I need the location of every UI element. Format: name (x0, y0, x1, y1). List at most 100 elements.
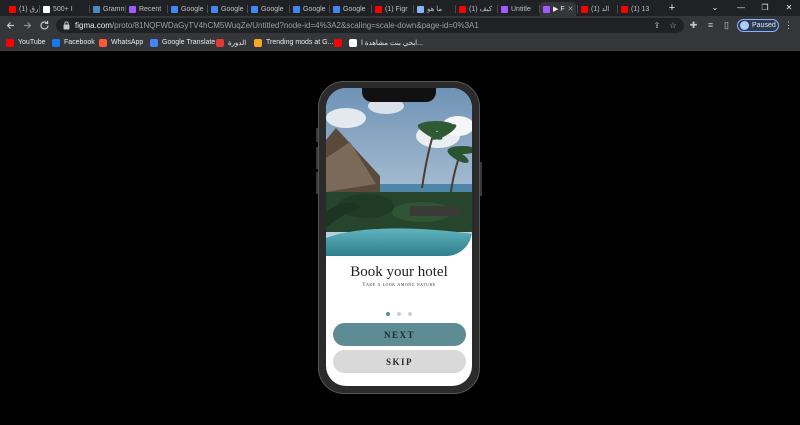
tab-separator (289, 5, 290, 13)
profile-status-label: Paused (752, 22, 776, 29)
browser-tab[interactable]: Google (168, 2, 206, 16)
gear-icon (216, 38, 224, 47)
forward-arrow-icon (24, 22, 32, 29)
browser-tab[interactable]: (1) Figr (372, 2, 412, 16)
profile-button[interactable]: Paused (737, 19, 779, 32)
browser-tab[interactable]: Untitle (498, 2, 538, 16)
bookmark-label: YouTube (18, 39, 46, 46)
tab-label: (1) الد (591, 6, 610, 13)
close-tab-icon[interactable]: ✕ (568, 5, 574, 13)
browser-tab[interactable]: 500+ I (40, 2, 88, 16)
lock-icon[interactable] (63, 21, 70, 30)
tab-label: Untitle (511, 5, 531, 13)
google-translate-icon (171, 5, 178, 13)
bookmark-star-icon[interactable]: ☆ (668, 21, 678, 31)
bookmark-item[interactable]: Google Translate (150, 37, 215, 48)
close-window-button[interactable]: ✕ (778, 1, 800, 14)
youtube-icon (6, 38, 14, 47)
browser-tab[interactable]: Google (248, 2, 288, 16)
bookmark-item[interactable]: ابحي بنت مشاهدة ا... (349, 37, 423, 48)
browser-tab[interactable]: (1) 13 (618, 2, 656, 16)
tab-separator (247, 5, 248, 13)
tab-search-button[interactable]: ⌄ (704, 1, 726, 14)
next-button[interactable]: NEXT (333, 323, 466, 346)
tab-separator (577, 5, 578, 13)
site-icon (43, 5, 50, 13)
tab-separator (371, 5, 372, 13)
tab-separator (125, 5, 126, 13)
page-dot[interactable] (408, 312, 412, 316)
youtube-icon (334, 38, 342, 47)
maximize-button[interactable]: ❐ (754, 1, 776, 14)
minimize-button[interactable]: — (730, 1, 752, 14)
phone-notch (362, 88, 436, 102)
hotel-hero-image (326, 88, 472, 256)
python-icon (93, 5, 100, 13)
bookmark-item[interactable]: Facebook (52, 37, 95, 48)
youtube-icon (375, 5, 382, 13)
forward-button[interactable] (21, 19, 34, 32)
reading-list-icon[interactable]: ≡ (705, 20, 716, 31)
tab-label: ▶ F (553, 6, 565, 13)
url-text[interactable]: figma.com/proto/81NQFWDaGyTV4hCM5WuqZe/U… (75, 18, 479, 33)
browser-toolbar: figma.com/proto/81NQFWDaGyTV4hCM5WuqZe/U… (0, 16, 800, 35)
new-tab-button[interactable]: + (666, 2, 678, 14)
bookmark-label: Google Translate (162, 39, 216, 46)
address-bar[interactable]: figma.com/proto/81NQFWDaGyTV4hCM5WuqZe/U… (56, 18, 684, 33)
bookmark-item[interactable] (334, 37, 342, 48)
tab-label: 500+ I (53, 5, 73, 13)
tab-label: Gramm (103, 5, 124, 13)
bookmark-item[interactable]: YouTube (6, 37, 46, 48)
page-title: Book your hotel (350, 264, 448, 280)
tab-separator (167, 5, 168, 13)
page-dot[interactable] (397, 312, 401, 316)
page-dot-active[interactable] (386, 312, 390, 316)
figma-icon (501, 5, 508, 13)
youtube-icon (9, 5, 16, 13)
youtube-icon (621, 5, 628, 13)
page-subtitle: Take a look among nature (362, 283, 436, 288)
page-indicator (386, 312, 412, 316)
bookmark-item[interactable]: الدورة (216, 37, 246, 48)
browser-tab[interactable]: Google (330, 2, 370, 16)
browser-tab[interactable]: ▶ F ✕ (540, 2, 576, 16)
reload-button[interactable] (38, 19, 51, 32)
browser-tab[interactable]: Gramm (90, 2, 124, 16)
extensions-icon[interactable]: ✚ (688, 20, 699, 31)
facebook-icon (52, 38, 60, 47)
phone-side-button (316, 147, 318, 169)
tab-label: (1) 13 (631, 5, 650, 13)
figma-icon (129, 5, 136, 13)
tab-strip: طرق (1) 500+ I Gramm Recent Google Google Goog… (0, 0, 800, 16)
bookmark-item[interactable]: Trending mods at G... (254, 37, 333, 48)
google-translate-icon (150, 38, 158, 47)
skip-button[interactable]: SKIP (333, 350, 466, 373)
bookmark-label: WhatsApp (111, 39, 144, 46)
tab-label: Google (343, 5, 366, 13)
browser-tab[interactable]: Recent (126, 2, 166, 16)
tab-separator (539, 5, 540, 13)
share-icon[interactable]: ⇪ (652, 21, 662, 31)
browser-tab[interactable]: طرق (1) (6, 2, 38, 16)
tab-separator (413, 5, 414, 13)
youtube-icon (459, 5, 466, 13)
bookmark-label: الدورة (228, 39, 247, 47)
bookmark-label: ابحي بنت مشاهدة ا... (361, 39, 423, 47)
mods-icon (254, 38, 262, 47)
browser-tab[interactable]: Google (290, 2, 328, 16)
tab-separator (39, 5, 40, 13)
bookmarks-bar: YouTube Facebook WhatsApp Google Translate ا… (0, 35, 800, 51)
browser-tab[interactable]: Google (208, 2, 246, 16)
browser-tab[interactable]: (1) كيف (456, 2, 496, 16)
figma-icon (543, 5, 550, 13)
google-icon (417, 5, 424, 13)
back-button[interactable] (4, 19, 17, 32)
browser-tab[interactable]: (1) الد (578, 2, 616, 16)
reload-icon (40, 20, 49, 30)
tab-separator (89, 5, 90, 13)
bookmark-item[interactable]: WhatsApp (99, 37, 143, 48)
browser-tab[interactable]: ما هو (414, 2, 454, 16)
side-panel-icon[interactable]: ▯ (721, 20, 732, 31)
more-menu-icon[interactable]: ⋮ (783, 20, 794, 31)
tab-label: (1) كيف (469, 6, 493, 13)
